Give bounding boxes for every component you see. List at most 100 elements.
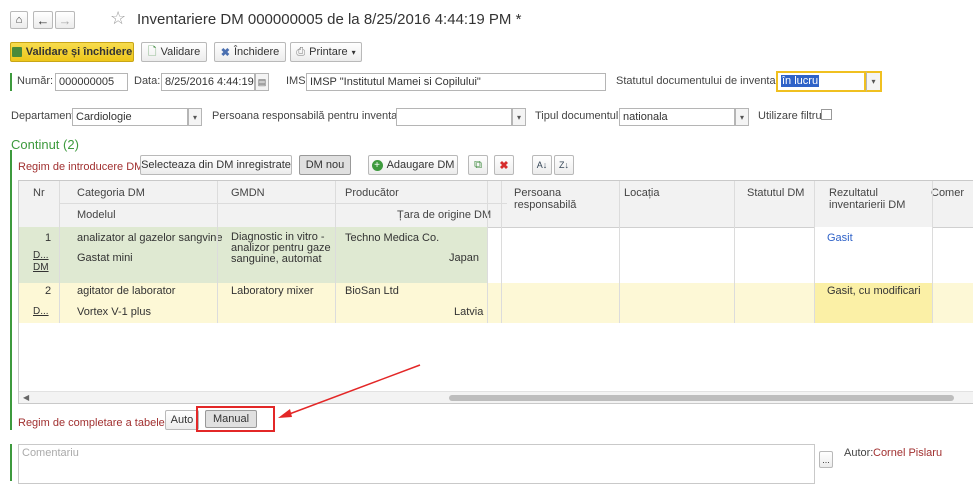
row-gmdn: Laboratory mixer bbox=[231, 285, 314, 297]
close-icon: ✖ bbox=[220, 46, 230, 59]
responsible-field[interactable] bbox=[396, 108, 512, 126]
print-button[interactable]: ⎙ Printare ▾ bbox=[290, 42, 362, 62]
header-nr[interactable]: Nr bbox=[33, 187, 45, 199]
row-doc-link[interactable]: D... bbox=[33, 250, 49, 261]
responsible-dropdown-button[interactable]: ▾ bbox=[512, 108, 526, 126]
header-mid-line bbox=[59, 203, 507, 204]
forward-button[interactable]: → bbox=[55, 11, 75, 29]
calendar-icon: ▤ bbox=[257, 76, 267, 87]
col-divider bbox=[217, 181, 218, 323]
header-responsible[interactable]: Persoana responsabilă bbox=[514, 187, 594, 211]
author-label: Autor: bbox=[844, 447, 874, 459]
validate-button[interactable]: 🗋 Validare bbox=[141, 42, 207, 62]
sort-asc-button[interactable]: A↓ bbox=[532, 155, 552, 175]
sort-ascending-icon: A↓ bbox=[536, 160, 548, 170]
row-model: Gastat mini bbox=[77, 252, 133, 264]
author-value[interactable]: Cornel Pislaru bbox=[873, 447, 942, 459]
check-doc-icon bbox=[11, 47, 22, 57]
home-button[interactable]: ⌂ bbox=[10, 11, 28, 29]
department-dropdown-button[interactable]: ▾ bbox=[188, 108, 202, 126]
comment-expand-button[interactable]: ... bbox=[819, 451, 833, 468]
header-country[interactable]: Țara de origine DM bbox=[397, 209, 491, 221]
col-divider bbox=[734, 181, 735, 323]
comment-textarea[interactable]: Comentariu bbox=[18, 444, 815, 484]
row-country: Latvia bbox=[454, 306, 484, 318]
status-value: în lucru bbox=[781, 75, 820, 87]
close-button[interactable]: ✖ Închidere bbox=[214, 42, 286, 62]
header-location[interactable]: Locația bbox=[624, 187, 659, 199]
use-filter-checkbox[interactable] bbox=[821, 109, 832, 120]
section-title: Continut (2) bbox=[11, 137, 79, 152]
doctype-dropdown-button[interactable]: ▾ bbox=[735, 108, 749, 126]
chevron-down-icon: ▾ bbox=[516, 112, 521, 122]
manual-button[interactable]: Manual bbox=[205, 410, 257, 428]
status-label: Statutul documentului de inventariere: bbox=[616, 75, 801, 87]
row-category: agitator de laborator bbox=[77, 285, 176, 297]
delete-button[interactable]: ✖ bbox=[494, 155, 514, 175]
header-accent-bar bbox=[10, 73, 12, 91]
col-divider bbox=[619, 181, 620, 323]
date-field[interactable]: 8/25/2016 4:44:19 PM bbox=[161, 73, 255, 91]
chevron-down-icon: ▾ bbox=[871, 77, 876, 86]
row-dm-link[interactable]: DM bbox=[33, 262, 49, 273]
comment-accent-bar bbox=[10, 444, 12, 481]
col-divider bbox=[814, 181, 815, 323]
printer-icon: ⎙ bbox=[296, 45, 306, 58]
horizontal-scrollbar[interactable]: ◀ bbox=[19, 391, 973, 403]
completion-label: Regim de completare a tabelei: bbox=[18, 417, 171, 429]
table-row[interactable]: 2 D... agitator de laborator Vortex V-1 … bbox=[19, 283, 973, 323]
scrollbar-thumb[interactable] bbox=[449, 395, 954, 401]
calendar-button[interactable]: ▤ bbox=[255, 73, 269, 91]
col-divider bbox=[501, 181, 502, 323]
content-accent-bar bbox=[10, 150, 12, 430]
col-divider bbox=[59, 181, 60, 323]
number-field[interactable]: 000000005 bbox=[55, 73, 128, 91]
scroll-left-arrow-icon[interactable]: ◀ bbox=[23, 393, 29, 402]
number-label: Număr: bbox=[17, 75, 54, 87]
col-divider bbox=[932, 181, 933, 323]
select-registered-button[interactable]: Selecteaza din DM inregistrate bbox=[140, 155, 292, 175]
copy-button[interactable]: ⧉ bbox=[468, 155, 488, 175]
annotation-arrow bbox=[278, 364, 421, 418]
copy-icon: ⧉ bbox=[474, 158, 482, 171]
add-dm-button[interactable]: + Adaugare DM bbox=[368, 155, 458, 175]
chevron-down-icon: ▾ bbox=[739, 112, 744, 122]
row-model: Vortex V-1 plus bbox=[77, 306, 151, 318]
status-dropdown-button[interactable]: ▾ bbox=[866, 71, 882, 92]
date-label: Data: bbox=[134, 75, 161, 87]
header-model[interactable]: Modelul bbox=[77, 209, 116, 221]
department-label: Departament: bbox=[11, 110, 78, 122]
forward-arrow-icon: → bbox=[58, 12, 72, 28]
row-result: Gasit, cu modificari bbox=[827, 285, 921, 297]
header-producer[interactable]: Producător bbox=[345, 187, 399, 199]
back-button[interactable]: ← bbox=[33, 11, 53, 29]
favorite-star-icon[interactable]: ☆ bbox=[110, 8, 126, 29]
sort-desc-button[interactable]: Z↓ bbox=[554, 155, 574, 175]
row-producer: BioSan Ltd bbox=[345, 285, 399, 297]
content-table: Nr Categoria DM Modelul GMDN Producător … bbox=[18, 180, 973, 404]
ellipsis-icon: ... bbox=[822, 454, 830, 465]
row-doc-link[interactable]: D... bbox=[33, 306, 49, 317]
chevron-down-icon: ▾ bbox=[192, 112, 197, 122]
auto-button[interactable]: Auto bbox=[165, 410, 199, 430]
status-field[interactable]: în lucru bbox=[776, 71, 866, 92]
row-gmdn: Diagnostic in vitro - analizor pentru ga… bbox=[231, 231, 331, 265]
row-country: Japan bbox=[449, 252, 479, 264]
department-field[interactable]: Cardiologie bbox=[72, 108, 188, 126]
doctype-label: Tipul documentului: bbox=[535, 110, 630, 122]
header-gmdn[interactable]: GMDN bbox=[231, 187, 265, 199]
home-icon: ⌂ bbox=[15, 14, 23, 26]
row-producer: Techno Medica Co. bbox=[345, 232, 440, 244]
table-row[interactable]: 1 D... DM analizator al gazelor sangvine… bbox=[19, 227, 973, 283]
header-result[interactable]: Rezultatul inventarierii DM bbox=[829, 187, 929, 211]
header-category[interactable]: Categoria DM bbox=[77, 187, 145, 199]
header-comment[interactable]: Comer bbox=[931, 187, 964, 199]
back-arrow-icon: ← bbox=[36, 12, 50, 28]
sort-descending-icon: Z↓ bbox=[559, 160, 569, 170]
validate-close-button[interactable]: Validare și închidere bbox=[10, 42, 134, 62]
ims-field[interactable]: IMSP "Institutul Mamei si Copilului" bbox=[306, 73, 606, 91]
header-status[interactable]: Statutul DM bbox=[747, 187, 804, 199]
doctype-field[interactable]: nationala bbox=[619, 108, 735, 126]
new-dm-button[interactable]: DM nou bbox=[299, 155, 351, 175]
col-divider bbox=[487, 181, 488, 323]
